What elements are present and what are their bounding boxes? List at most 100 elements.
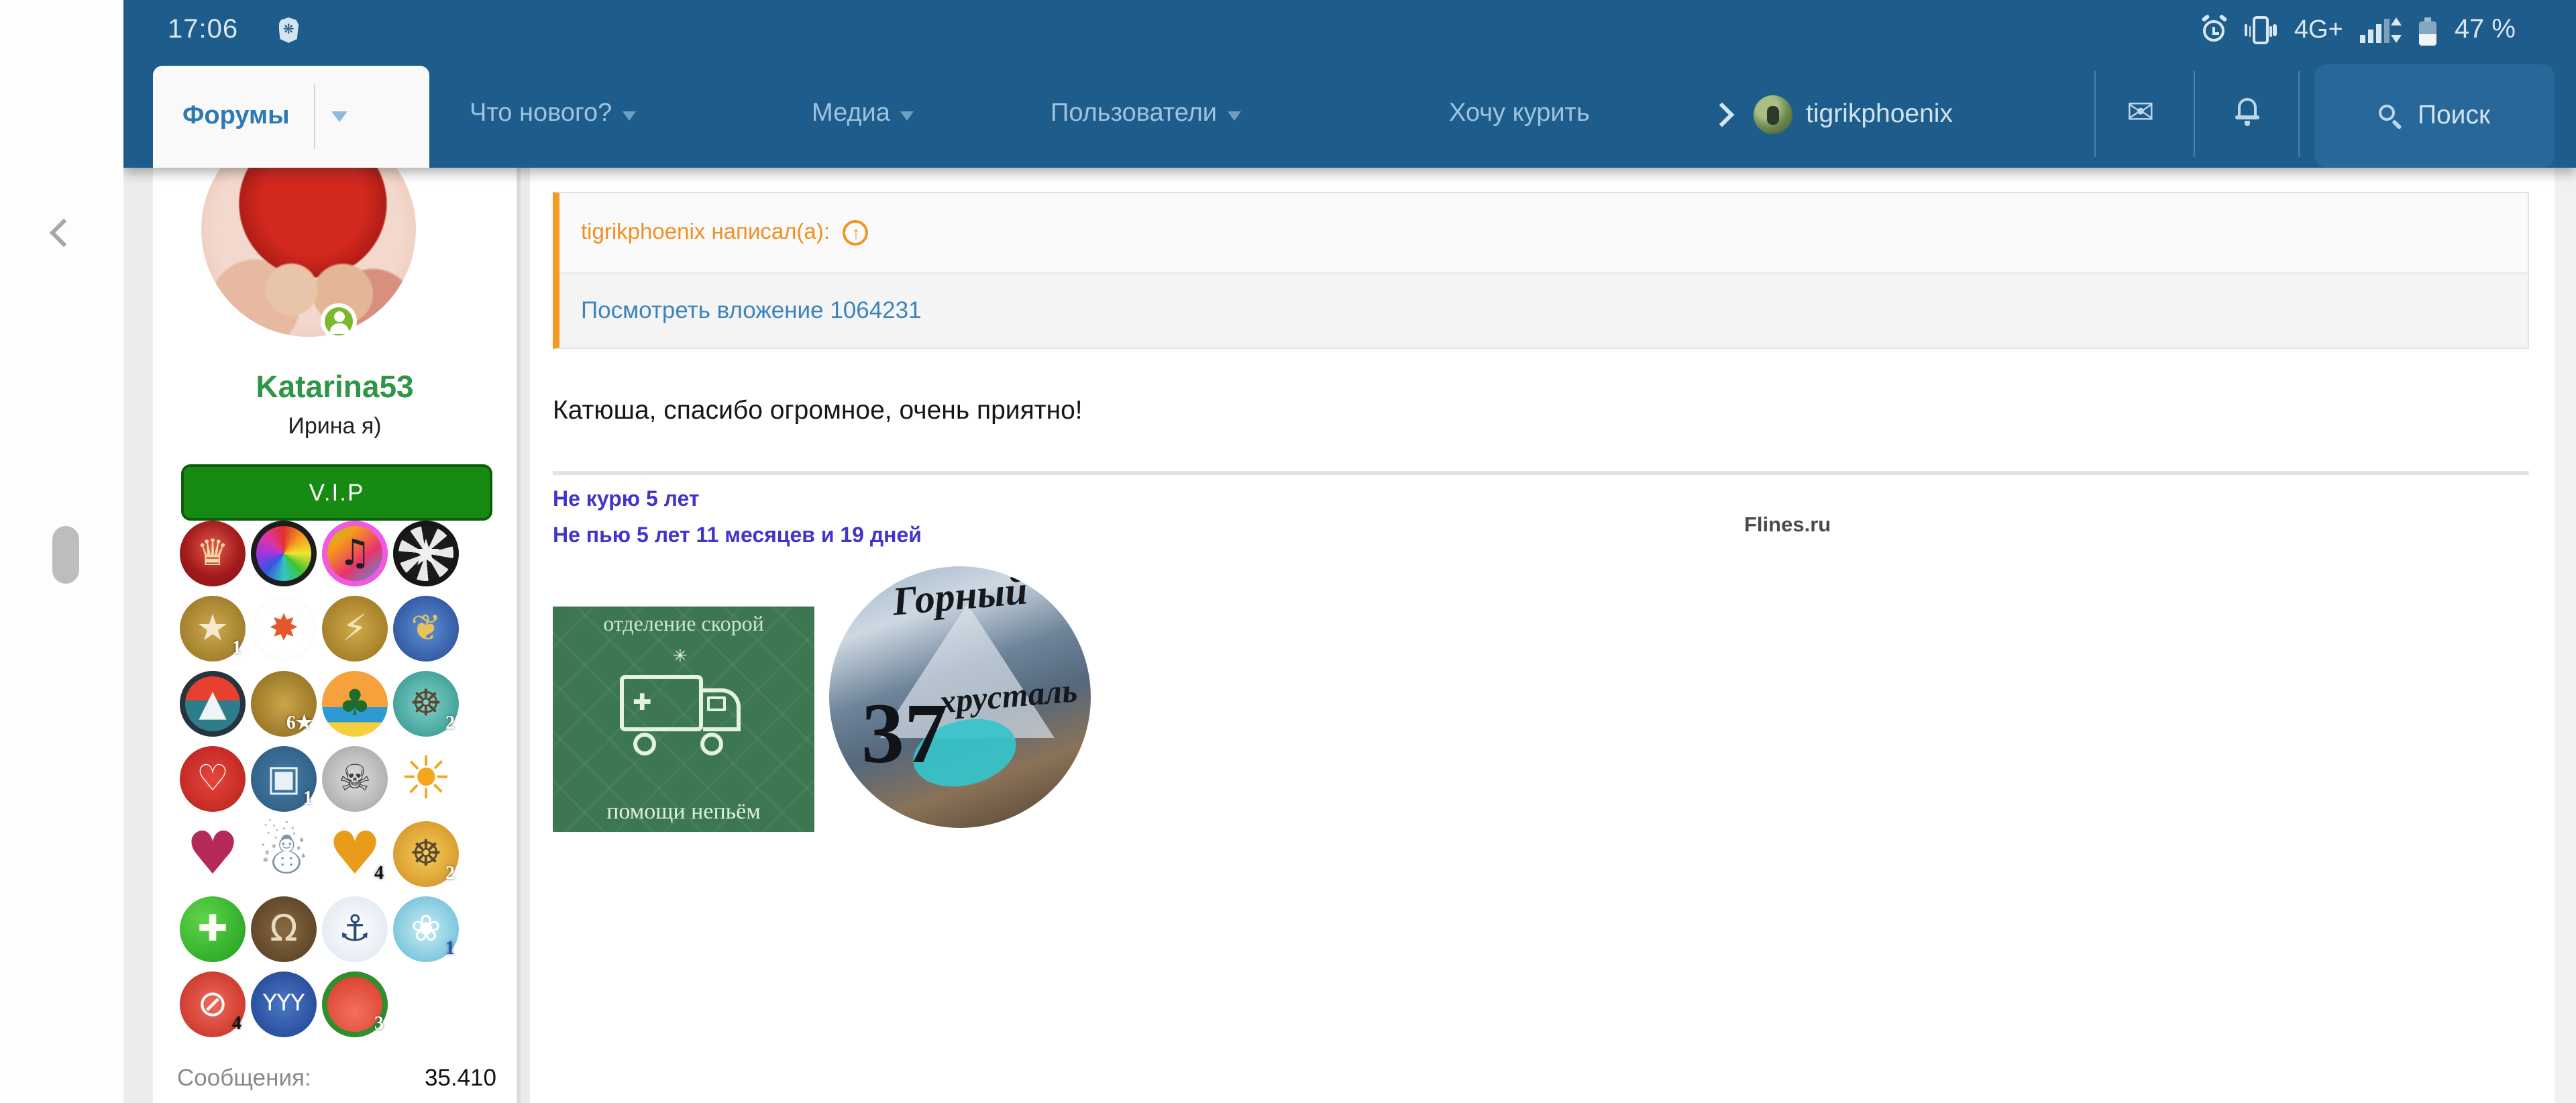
badge-helm-2-gold[interactable]: ☸2	[393, 821, 459, 887]
yoga-heart-4-number: 4	[374, 864, 384, 886]
sun-face-icon: ☀	[400, 749, 453, 808]
badge-snowman[interactable]: ☃	[251, 821, 317, 887]
train-1-icon: ▣	[266, 761, 301, 797]
chevron-down-icon[interactable]	[331, 111, 347, 122]
avatar[interactable]	[201, 168, 416, 337]
nav-thread-title[interactable]: Хочу курить	[1449, 60, 1653, 168]
nav-media[interactable]: Медиа	[812, 60, 914, 168]
nav-thread-label: Хочу курить	[1449, 99, 1590, 129]
badge-dancers[interactable]: ♫	[322, 521, 388, 586]
badge-tomato-3[interactable]: 3	[322, 971, 388, 1037]
nav-expand-chevron-icon[interactable]	[1710, 103, 1735, 127]
fox-icon: ✸	[268, 611, 299, 647]
badge-helm-2-teal[interactable]: ☸2	[393, 671, 459, 737]
trophy-red-icon: ♛	[197, 535, 229, 572]
quote-block: tigrikphoenix написал(а): ↑ Посмотреть в…	[553, 192, 2529, 349]
ambulance-sign-top-text: отделение скорой	[553, 613, 814, 637]
member-sidebar: Katarina53 Ирина я) V.I.P ♛♫★★1✸⚡❦▲6★♣☸2…	[153, 168, 521, 1103]
signature-counter-1: Не курю 5 лет	[553, 488, 700, 513]
six-star-number: 6★	[286, 713, 313, 735]
phone-screen: 17:06 ❋ 4G+ 47 % Форумы Что нового?	[0, 0, 2576, 1103]
text-fade-overlay	[1593, 60, 1653, 168]
award-badges-grid: ♛♫★★1✸⚡❦▲6★♣☸2♡▣1☠☀♥☃♥4☸2✚Ω⚓❀1⊘4ΥΥΥ3	[180, 521, 470, 1037]
badge-runner-stars[interactable]: ⚡	[322, 596, 388, 662]
helm-2-gold-icon: ☸	[410, 836, 442, 872]
badge-captain[interactable]: ⚓	[322, 896, 388, 962]
signature-image-crystal[interactable]: Горный хрусталь 37	[829, 566, 1091, 828]
ambulance-icon: ✳ ✚	[616, 656, 751, 755]
account-username: tigrikphoenix	[1806, 99, 1953, 129]
badge-mountain[interactable]: ▲	[180, 671, 246, 737]
tab-divider	[314, 85, 315, 149]
message-count-value[interactable]: 35.410	[425, 1064, 496, 1092]
scrollbar-track[interactable]	[2555, 168, 2576, 1103]
chevron-down-icon	[623, 111, 636, 120]
chevron-down-icon	[1228, 111, 1241, 120]
tab-forums[interactable]: Форумы	[153, 66, 429, 168]
skull-puzzle-icon: ☠	[339, 761, 371, 797]
network-type: 4G+	[2294, 15, 2343, 45]
signature-counter-2: Не пью 5 лет 11 месяцев и 19 дней	[553, 525, 922, 549]
edge-handle[interactable]	[52, 526, 79, 584]
forum-navbar: Форумы Что нового? Медиа Пользователи Хо…	[123, 60, 2576, 168]
nav-divider	[2194, 71, 2195, 157]
message-count-label: Сообщения:	[177, 1064, 311, 1092]
badge-rainbow-wheel[interactable]	[251, 521, 317, 586]
signature-image-ambulance[interactable]: отделение скорой ✳ ✚ помощи непьём	[553, 607, 814, 832]
search-label: Поиск	[2418, 101, 2490, 132]
badge-ambulance-green[interactable]: ✚	[180, 896, 246, 962]
tomato-3-number: 3	[374, 1014, 384, 1036]
status-bar: 17:06 ❋ 4G+ 47 %	[123, 0, 2576, 60]
badge-train-1[interactable]: ▣1	[251, 746, 317, 812]
badge-owl-graduate[interactable]: Ω	[251, 896, 317, 962]
nav-divider	[2094, 71, 2096, 157]
badge-paris-heart[interactable]: ♥	[180, 821, 246, 887]
nav-members[interactable]: Пользователи	[1051, 60, 1241, 168]
alerts-bell-icon[interactable]	[2235, 98, 2259, 125]
signal-icon	[2361, 17, 2402, 43]
badge-no-smoking-4[interactable]: ⊘4	[180, 971, 246, 1037]
badge-fox[interactable]: ✸	[251, 596, 317, 662]
attachment-link[interactable]: Посмотреть вложение 1064231	[581, 297, 922, 325]
gold-bird-icon: ❦	[411, 611, 441, 647]
post-message-text: Катюша, спасибо огромное, очень приятно!	[553, 396, 1083, 427]
tab-forums-label: Форумы	[182, 102, 290, 132]
badge-six-star[interactable]: 6★	[251, 671, 317, 737]
badge-heart-hands[interactable]: ♡	[180, 746, 246, 812]
avatar[interactable]	[1754, 95, 1792, 134]
badge-yoga-heart-4[interactable]: ♥4	[322, 821, 388, 887]
quote-header[interactable]: tigrikphoenix написал(а): ↑	[559, 193, 2528, 274]
badge-beach[interactable]: ♣	[322, 671, 388, 737]
nav-whats-new-label: Что нового?	[470, 99, 612, 129]
signature-divider	[553, 471, 2529, 475]
search-button[interactable]: Поиск	[2314, 64, 2555, 168]
crystal-number: 37	[861, 684, 947, 784]
chevron-down-icon	[901, 111, 914, 120]
clock-time: 17:06	[168, 15, 238, 46]
badge-five-stars-1[interactable]: ★1	[180, 596, 246, 662]
counter-watermark: Flines.ru	[1744, 514, 1831, 538]
badge-sun-face[interactable]: ☀	[393, 746, 459, 812]
no-smoking-4-icon: ⊘	[197, 986, 227, 1022]
nav-media-label: Медиа	[812, 99, 890, 129]
jump-to-post-icon[interactable]: ↑	[843, 220, 869, 246]
badge-team-jump[interactable]: ΥΥΥ	[251, 971, 317, 1037]
beach-icon: ♣	[339, 686, 371, 722]
helm-2-teal-icon: ☸	[410, 686, 442, 722]
badge-poker-chip[interactable]: ★	[393, 521, 459, 586]
nav-whats-new[interactable]: Что нового?	[470, 60, 636, 168]
badge-skull-puzzle[interactable]: ☠	[322, 746, 388, 812]
badge-trophy-red[interactable]: ♛	[180, 521, 246, 586]
ambulance-green-icon: ✚	[197, 911, 227, 947]
alarm-icon	[2202, 17, 2227, 43]
badge-gold-bird[interactable]: ❦	[393, 596, 459, 662]
heart-hands-icon: ♡	[197, 761, 229, 797]
account-menu[interactable]: tigrikphoenix	[1806, 60, 1953, 168]
battery-percent: 47 %	[2455, 15, 2516, 46]
badge-lily-1[interactable]: ❀1	[393, 896, 459, 962]
inbox-envelope-icon[interactable]: ✉	[2127, 95, 2155, 129]
post-content: tigrikphoenix написал(а): ↑ Посмотреть в…	[530, 168, 2555, 1103]
back-chevron-icon[interactable]	[50, 219, 78, 247]
browser-app: 17:06 ❋ 4G+ 47 % Форумы Что нового?	[123, 0, 2576, 1103]
member-username[interactable]: Katarina53	[153, 369, 517, 405]
